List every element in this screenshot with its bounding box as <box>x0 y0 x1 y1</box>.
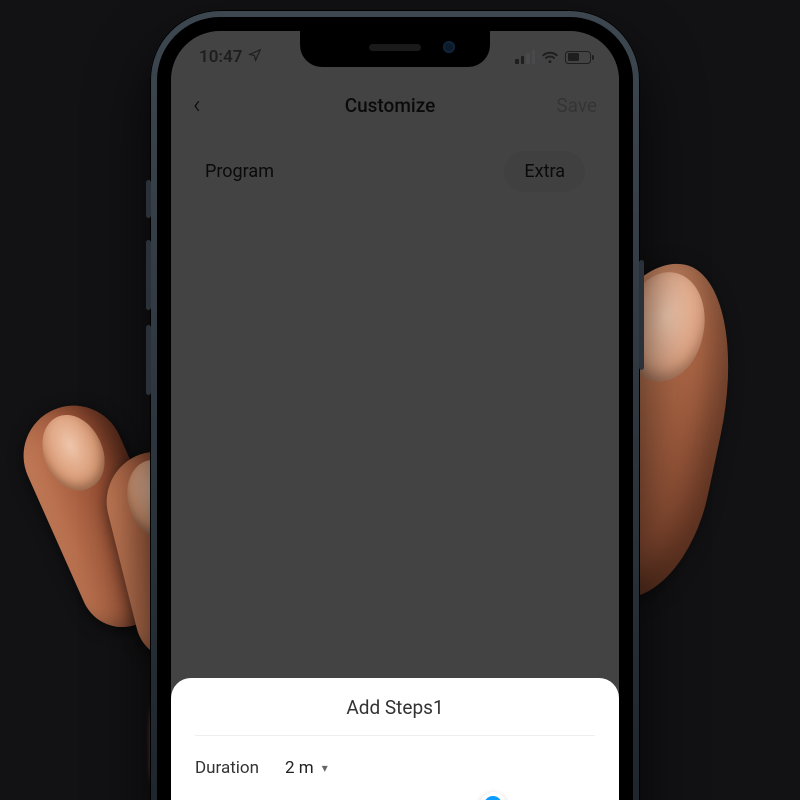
duration-label: Duration <box>195 758 271 778</box>
phone-screen: ‹ Customize Save Program Extra 10:47 <box>171 31 619 800</box>
slider-thumb[interactable] <box>480 792 506 800</box>
volume-down-button <box>146 325 151 395</box>
add-step-sheet: Add Steps1 Duration 2 m ▾ Pressure <box>171 678 619 800</box>
status-time: 10:47 <box>199 47 242 67</box>
power-button <box>639 260 644 370</box>
wifi-icon <box>541 51 559 64</box>
sheet-title: Add Steps1 <box>195 696 595 736</box>
location-icon <box>248 48 262 65</box>
duration-picker[interactable]: 2 m ▾ <box>285 758 328 778</box>
iphone-frame: ‹ Customize Save Program Extra 10:47 <box>150 10 640 800</box>
duration-value: 2 m <box>285 758 314 778</box>
duration-row: Duration 2 m ▾ <box>195 758 595 778</box>
display-notch <box>300 31 490 67</box>
battery-icon <box>565 51 591 64</box>
volume-up-button <box>146 240 151 310</box>
chevron-down-icon: ▾ <box>322 761 328 775</box>
cellular-signal-icon <box>515 50 535 64</box>
mute-switch <box>146 180 151 218</box>
